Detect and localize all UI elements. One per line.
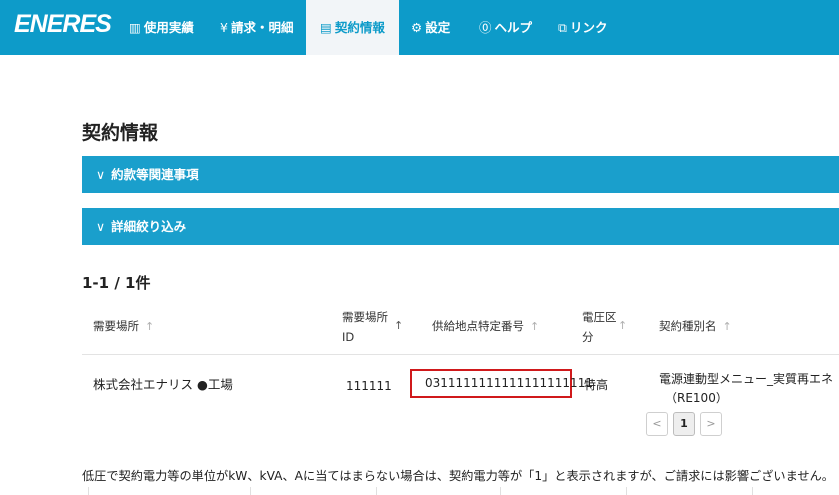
table-column-divider <box>500 487 501 495</box>
nav-usage-history[interactable]: ▥ 使用実績 <box>129 0 194 55</box>
nav-links[interactable]: ⧉ リンク <box>558 0 607 55</box>
pagination-prev-button[interactable]: < <box>646 412 668 436</box>
nav-label: ヘルプ <box>494 20 533 35</box>
nav-help[interactable]: ⓪ ヘルプ <box>479 0 532 55</box>
footer-note: 低圧で契約電力等の単位がkW、kVA、Aに当てはまらない場合は、契約電力等が「1… <box>82 469 834 483</box>
result-count: 1-1 / 1件 <box>82 274 151 292</box>
nav-label: 使用実績 <box>143 20 194 35</box>
cell-voltage: 特高 <box>584 378 609 392</box>
accordion-label: 詳細絞り込み <box>111 219 187 234</box>
page-title: 契約情報 <box>82 122 159 144</box>
table-header-divider <box>82 354 839 355</box>
table-column-divider <box>626 487 627 495</box>
chevron-down-icon: ∨ <box>96 219 106 234</box>
header-label: 電圧区 <box>582 310 617 324</box>
document-icon: ▤ <box>320 20 332 35</box>
contract-type-line1: 電源連動型メニュー_実質再エネ <box>659 372 834 386</box>
nav-label: 請求・明細 <box>230 20 294 35</box>
header-label-line2: ID <box>342 330 355 344</box>
bar-chart-icon: ▥ <box>129 20 141 35</box>
header-label-line2: 分 <box>582 330 594 344</box>
contract-type-line2: （RE100） <box>665 391 728 405</box>
pagination-next-button[interactable]: > <box>700 412 722 436</box>
cell-place-id: 111111 <box>346 379 392 393</box>
column-header-voltage[interactable]: 電圧区 分 <box>582 309 617 345</box>
yen-icon: ¥ <box>220 20 228 35</box>
table-column-divider <box>376 487 377 495</box>
cell-contract-type: 電源連動型メニュー_実質再エネ （RE100） <box>659 370 833 406</box>
header-label: 契約種別名 <box>659 319 717 333</box>
nav-label: リンク <box>569 20 608 35</box>
sort-arrow-icon[interactable]: ↑ <box>530 320 539 333</box>
header-label: 需要場所 <box>342 310 388 324</box>
column-header-supply-point[interactable]: 供給地点特定番号 ↑ <box>432 318 539 335</box>
pagination-page-1[interactable]: 1 <box>673 412 695 436</box>
accordion-detailed-filter[interactable]: ∨ 詳細絞り込み <box>82 208 839 245</box>
top-nav-bar: ENERES ▥ 使用実績 ¥ 請求・明細 ▤ 契約情報 ⚙ 設定 ⓪ ヘルプ ⧉ リンク <box>0 0 839 55</box>
eneres-logo[interactable]: ENERES <box>14 10 112 39</box>
accordion-terms[interactable]: ∨ 約款等関連事項 <box>82 156 839 193</box>
sort-arrow-icon[interactable]: ↑ <box>723 320 732 333</box>
nav-settings[interactable]: ⚙ 設定 <box>411 0 450 55</box>
table-column-divider <box>250 487 251 495</box>
nav-billing[interactable]: ¥ 請求・明細 <box>220 0 293 55</box>
cell-place: 株式会社エナリス ●工場 <box>93 377 233 392</box>
cell-supply-point-number: 0311111111111111111111 <box>410 369 593 398</box>
header-label: 需要場所 <box>93 319 139 333</box>
external-link-icon: ⧉ <box>558 20 567 35</box>
header-label: 供給地点特定番号 <box>432 319 524 333</box>
accordion-label: 約款等関連事項 <box>111 167 199 182</box>
table-column-divider <box>752 487 753 495</box>
nav-label: 契約情報 <box>334 20 385 35</box>
column-header-contract-type[interactable]: 契約種別名 ↑ <box>659 318 732 335</box>
column-header-place-id[interactable]: 需要場所 ID <box>342 309 388 345</box>
table-column-divider <box>88 487 89 495</box>
nav-label: 設定 <box>425 20 451 35</box>
sort-arrow-icon[interactable]: ↑ <box>394 318 403 334</box>
sort-arrow-icon[interactable]: ↑ <box>145 320 154 333</box>
column-header-place[interactable]: 需要場所 ↑ <box>93 318 154 335</box>
gear-icon: ⚙ <box>411 20 423 35</box>
nav-contract-info[interactable]: ▤ 契約情報 <box>306 0 399 55</box>
chevron-down-icon: ∨ <box>96 167 106 182</box>
question-circle-icon: ⓪ <box>479 20 492 35</box>
sort-arrow-icon[interactable]: ↑ <box>618 318 627 334</box>
